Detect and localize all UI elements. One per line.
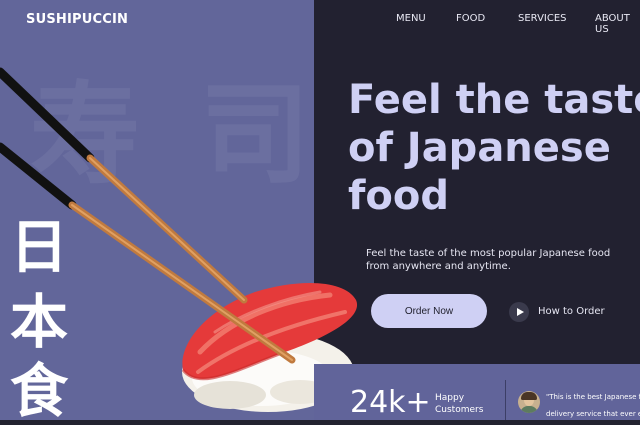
customers-label-line-2: Customers: [435, 405, 484, 415]
hero-title-line-3: food: [348, 173, 449, 219]
customers-label: Happy Customers: [435, 392, 495, 416]
stats-divider: [505, 380, 506, 420]
kanji-ni: 日: [10, 213, 69, 281]
hero-title-line-1: Feel the taste: [348, 77, 640, 123]
nav-food[interactable]: FOOD: [456, 13, 485, 24]
reviewer-avatar: [518, 391, 540, 413]
hero-subtitle: Feel the taste of the most popular Japan…: [366, 248, 611, 272]
testimonial-line-1: "This is the best Japanese food: [546, 393, 640, 401]
customers-count: 24k+: [350, 385, 431, 420]
kanji-shoku: 食: [10, 357, 69, 425]
kanji-hon: 本: [10, 288, 69, 356]
how-to-order-link[interactable]: How to Order: [538, 306, 605, 317]
nav-about-us[interactable]: ABOUT US: [595, 13, 640, 35]
play-icon[interactable]: [509, 302, 529, 322]
testimonial-quote: "This is the best Japanese food delivery…: [546, 389, 640, 423]
hero-title: Feel the taste of Japanese food: [348, 76, 640, 220]
nav-services[interactable]: SERVICES: [518, 13, 567, 24]
brand-logo[interactable]: SUSHIPUCCIN: [26, 12, 128, 27]
nav-menu[interactable]: MENU: [396, 13, 426, 24]
testimonial-line-2: delivery service that ever exist: [546, 410, 640, 418]
customers-label-line-1: Happy: [435, 393, 465, 403]
order-now-button[interactable]: Order Now: [371, 294, 487, 328]
hero-title-line-2: of Japanese: [348, 125, 611, 171]
